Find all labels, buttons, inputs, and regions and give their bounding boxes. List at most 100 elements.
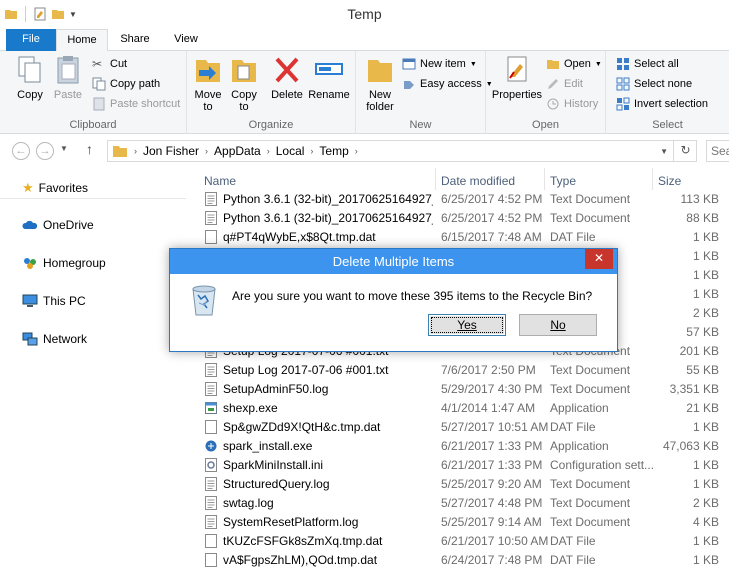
invert-selection-button[interactable]: Invert selection (616, 95, 708, 113)
navigation-pane: ★ Favorites OneDrive Homegroup This PC N… (0, 168, 198, 578)
copy-to-button[interactable]: Copy to (227, 54, 261, 113)
new-folder-icon (368, 60, 392, 82)
file-row[interactable]: q#PT4qWybE,x$8Qt.tmp.dat 6/15/2017 7:48 A… (199, 228, 722, 247)
history-button[interactable]: History (546, 95, 598, 113)
move-to-icon (196, 60, 220, 82)
cut-button[interactable]: ✂ Cut (92, 55, 127, 73)
file-row[interactable]: Sp&gwZDd9X!QtH&c.tmp.dat 5/27/2017 10:51 … (199, 418, 722, 437)
file-type: DAT File (550, 553, 596, 567)
invert-selection-label: Invert selection (634, 98, 708, 110)
rename-button[interactable]: Rename (307, 54, 351, 101)
text-file-icon (205, 192, 217, 206)
yes-button[interactable]: Yes (428, 314, 506, 336)
file-row[interactable]: StructuredQuery.log 5/25/2017 9:20 AM Text… (199, 475, 722, 494)
tab-share[interactable]: Share (110, 29, 160, 51)
new-folder-button[interactable]: New folder (362, 54, 398, 113)
file-date-modified: 6/25/2017 4:52 PM (441, 211, 543, 225)
file-size: 4 KB (692, 515, 719, 529)
file-row[interactable]: Python 3.6.1 (32-bit)_20170625164927_01.… (199, 209, 722, 228)
easy-access-label: Easy access (420, 78, 482, 90)
file-size: 2 KB (692, 306, 719, 320)
file-row[interactable]: SystemResetPlatform.log 5/25/2017 9:14 AM… (199, 513, 722, 532)
paste-icon (57, 56, 79, 84)
file-size: 1 KB (692, 230, 719, 244)
select-all-button[interactable]: Select all (616, 55, 679, 73)
nav-this-pc-label: This PC (43, 294, 86, 308)
file-row[interactable]: spark_install.exe 6/21/2017 1:33 PM Applic… (199, 437, 722, 456)
tab-file[interactable]: File (6, 29, 56, 51)
no-button[interactable]: No (519, 314, 597, 336)
paste-shortcut-button[interactable]: Paste shortcut (92, 95, 180, 113)
file-size: 201 KB (679, 344, 719, 358)
address-bar[interactable]: › Jon Fisher › AppData › Local › Temp › … (107, 140, 697, 162)
file-size: 3,351 KB (669, 382, 719, 396)
file-row[interactable]: swtag.log 5/27/2017 4:48 PM Text Document 2… (199, 494, 722, 513)
file-row[interactable]: vA$FgpsZhLM),QOd.tmp.dat 6/24/2017 7:48 P… (199, 551, 722, 570)
copy-path-label: Copy path (110, 78, 161, 90)
file-type: Text Document (550, 211, 631, 225)
column-header-size[interactable]: Size (653, 168, 722, 190)
select-all-label: Select all (634, 58, 679, 70)
back-button[interactable]: ← (12, 142, 30, 160)
new-item-button[interactable]: New item ▼ (402, 55, 477, 73)
file-size: 57 KB (686, 325, 719, 339)
copy-to-label-1: Copy (231, 89, 257, 101)
forward-button[interactable]: → (36, 142, 54, 160)
delete-button[interactable]: Delete (269, 54, 305, 101)
up-arrow-icon[interactable]: ↑ (86, 141, 93, 157)
properties-button[interactable]: Properties (490, 54, 544, 101)
file-type: Text Document (550, 477, 631, 491)
refresh-button[interactable]: ↻ (673, 140, 697, 162)
easy-access-button[interactable]: Easy access ▼ (402, 75, 493, 93)
paste-button[interactable]: Paste (50, 54, 86, 101)
folder-icon (113, 146, 127, 157)
file-size: 1 KB (692, 477, 719, 491)
recent-locations-icon[interactable]: ▼ (60, 144, 68, 153)
clipboard-group-label: Clipboard (69, 119, 117, 131)
nav-favorites[interactable]: ★ Favorites (22, 180, 88, 196)
dialog-close-button[interactable]: ✕ (585, 249, 613, 269)
network-icon (22, 332, 38, 346)
select-none-button[interactable]: Select none (616, 75, 692, 93)
tab-home[interactable]: Home (56, 29, 108, 52)
open-button[interactable]: Open ▼ (546, 55, 602, 73)
nav-homegroup[interactable]: Homegroup (22, 256, 106, 270)
file-type: Application (550, 401, 609, 415)
refresh-icon: ↻ (680, 143, 691, 157)
address-dropdown-icon[interactable]: ▼ (660, 147, 668, 156)
properties-label: Properties (491, 89, 543, 101)
search-input[interactable]: Sea (706, 140, 729, 162)
vertical-scrollbar[interactable] (722, 192, 729, 578)
column-header-date[interactable]: Date modified (436, 168, 545, 190)
file-size: 21 KB (686, 401, 719, 415)
file-icon (205, 553, 217, 567)
file-row[interactable]: Setup Log 2017-07-06 #001.txt 7/6/2017 2:… (199, 361, 722, 380)
ribbon-tabs: File Home Share View (0, 29, 729, 52)
file-row[interactable]: SetupAdminF50.log 5/29/2017 4:30 PM Text D… (199, 380, 722, 399)
file-row[interactable]: Python 3.6.1 (32-bit)_20170625164927_00.… (199, 190, 722, 209)
nav-onedrive[interactable]: OneDrive (22, 218, 94, 232)
file-name: q#PT4qWybE,x$8Qt.tmp.dat (223, 230, 376, 244)
breadcrumb-temp[interactable]: Temp (319, 144, 348, 158)
tab-view[interactable]: View (162, 29, 210, 51)
nav-this-pc[interactable]: This PC (22, 294, 86, 308)
edit-icon (548, 79, 558, 89)
column-header-type[interactable]: Type (545, 168, 653, 190)
move-to-button[interactable]: Move to (191, 54, 225, 113)
chevron-right-icon: › (205, 146, 209, 156)
file-row[interactable]: SparkMiniInstall.ini 6/21/2017 1:33 PM Con… (199, 456, 722, 475)
new-item-label: New item (420, 58, 466, 70)
breadcrumb-appdata[interactable]: AppData (214, 144, 261, 158)
ribbon: Copy Paste ✂ Cut Copy path Paste shortcu… (0, 51, 729, 134)
column-header-name[interactable]: Name (199, 168, 436, 190)
breadcrumb-jon-fisher[interactable]: Jon Fisher (143, 144, 199, 158)
file-row[interactable]: tKUZcFSFGk8sZmXq.tmp.dat 6/21/2017 10:50 … (199, 532, 722, 551)
nav-network[interactable]: Network (22, 332, 87, 346)
copy-path-button[interactable]: Copy path (92, 75, 160, 93)
breadcrumb-local[interactable]: Local (276, 144, 305, 158)
file-row[interactable]: shexp.exe 4/1/2014 1:47 AM Application 21 K… (199, 399, 722, 418)
dialog-title-bar: Delete Multiple Items ✕ (170, 249, 617, 274)
edit-button[interactable]: Edit (546, 75, 583, 93)
copy-button[interactable]: Copy (12, 54, 48, 101)
file-name: Python 3.6.1 (32-bit)_20170625164927_00.… (223, 192, 433, 206)
